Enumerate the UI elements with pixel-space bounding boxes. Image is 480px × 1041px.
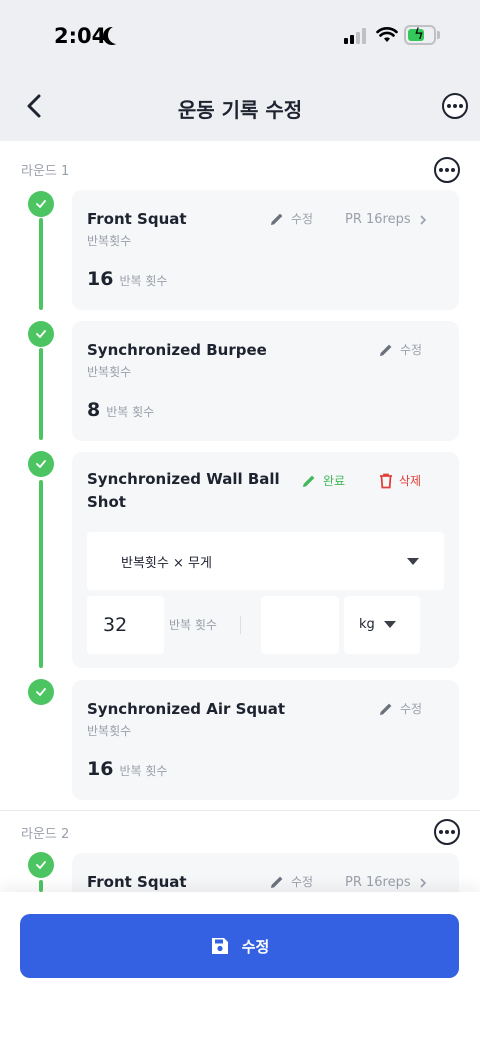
- done-button[interactable]: 완료: [301, 472, 345, 489]
- reps-value: 16 반복 횟수: [87, 758, 168, 780]
- record-type-select[interactable]: 반복횟수 × 무게: [87, 532, 444, 590]
- reps-value: 16 반복 횟수: [87, 268, 168, 290]
- check-icon: [28, 451, 54, 477]
- exercise-type: 반복횟수: [87, 234, 132, 248]
- header-more-button[interactable]: [442, 93, 468, 119]
- exercise-card: Synchronized Burpee 반복횟수 수정 8 반복 횟수: [72, 321, 459, 441]
- nav-bar: 운동 기록 수정: [0, 72, 480, 141]
- check-icon: [28, 852, 54, 878]
- chevron-right-icon: [420, 214, 426, 225]
- round-divider: [0, 810, 480, 811]
- save-button[interactable]: 수정: [20, 914, 459, 978]
- timeline-line: [39, 348, 43, 440]
- round-more-button[interactable]: [434, 819, 460, 845]
- round-label: 라운드 2: [21, 827, 70, 842]
- reps-unit-label: 반복 횟수: [169, 618, 217, 632]
- check-icon: [28, 679, 54, 705]
- pencil-icon: [271, 213, 283, 225]
- pencil-icon: [303, 475, 315, 487]
- edit-button[interactable]: 수정: [378, 341, 422, 358]
- wifi-icon: [376, 27, 398, 42]
- delete-button[interactable]: 삭제: [379, 472, 421, 489]
- round-label: 라운드 1: [21, 164, 70, 179]
- cellular-signal-icon: [344, 28, 368, 44]
- round-more-button[interactable]: [434, 157, 460, 183]
- page-title: 운동 기록 수정: [177, 98, 303, 122]
- status-bar: 2:04 ϟ: [0, 0, 480, 72]
- moon-icon: [108, 26, 126, 44]
- chevron-down-icon: [384, 621, 396, 628]
- exercise-name: Synchronized Burpee: [87, 341, 267, 359]
- edit-button[interactable]: 수정: [378, 700, 422, 717]
- pencil-icon: [380, 703, 392, 715]
- exercise-edit-card: Synchronized Wall Ball Shot 완료 삭제 반복횟수 ×…: [72, 452, 459, 668]
- timeline-line: [39, 880, 43, 892]
- exercise-name: Synchronized Air Squat: [87, 700, 286, 718]
- exercise-card: Synchronized Air Squat 반복횟수 수정 16 반복 횟수: [72, 680, 459, 800]
- timeline-line: [39, 218, 43, 310]
- edit-button[interactable]: 수정: [269, 210, 313, 227]
- bottom-bar: 수정: [0, 892, 480, 1041]
- weight-unit-select[interactable]: kg: [344, 596, 420, 654]
- divider: [240, 616, 241, 634]
- pr-link[interactable]: PR 16reps: [345, 875, 427, 890]
- reps-input[interactable]: 32: [87, 596, 164, 654]
- timeline-line: [39, 480, 43, 668]
- trash-icon: [380, 473, 392, 488]
- check-icon: [28, 321, 54, 347]
- status-time: 2:04: [54, 24, 107, 48]
- pencil-icon: [271, 876, 283, 888]
- exercise-type: 반복횟수: [87, 365, 132, 379]
- exercise-name: Synchronized Wall Ball Shot: [87, 470, 280, 511]
- check-icon: [28, 191, 54, 217]
- exercise-name: Front Squat: [87, 210, 187, 228]
- exercise-name: Front Squat: [87, 873, 187, 891]
- edit-button[interactable]: 수정: [269, 873, 313, 890]
- pencil-icon: [380, 344, 392, 356]
- weight-input[interactable]: [261, 596, 339, 654]
- chevron-right-icon: [420, 877, 426, 888]
- exercise-card: Front Squat 반복횟수 수정 PR 16reps 16 반복 횟수: [72, 190, 459, 310]
- save-icon: [211, 938, 228, 954]
- reps-value: 8 반복 횟수: [87, 399, 155, 421]
- chevron-down-icon: [407, 558, 419, 565]
- exercise-type: 반복횟수: [87, 724, 132, 738]
- pr-link[interactable]: PR 16reps: [345, 212, 427, 227]
- battery-icon: ϟ: [404, 25, 436, 45]
